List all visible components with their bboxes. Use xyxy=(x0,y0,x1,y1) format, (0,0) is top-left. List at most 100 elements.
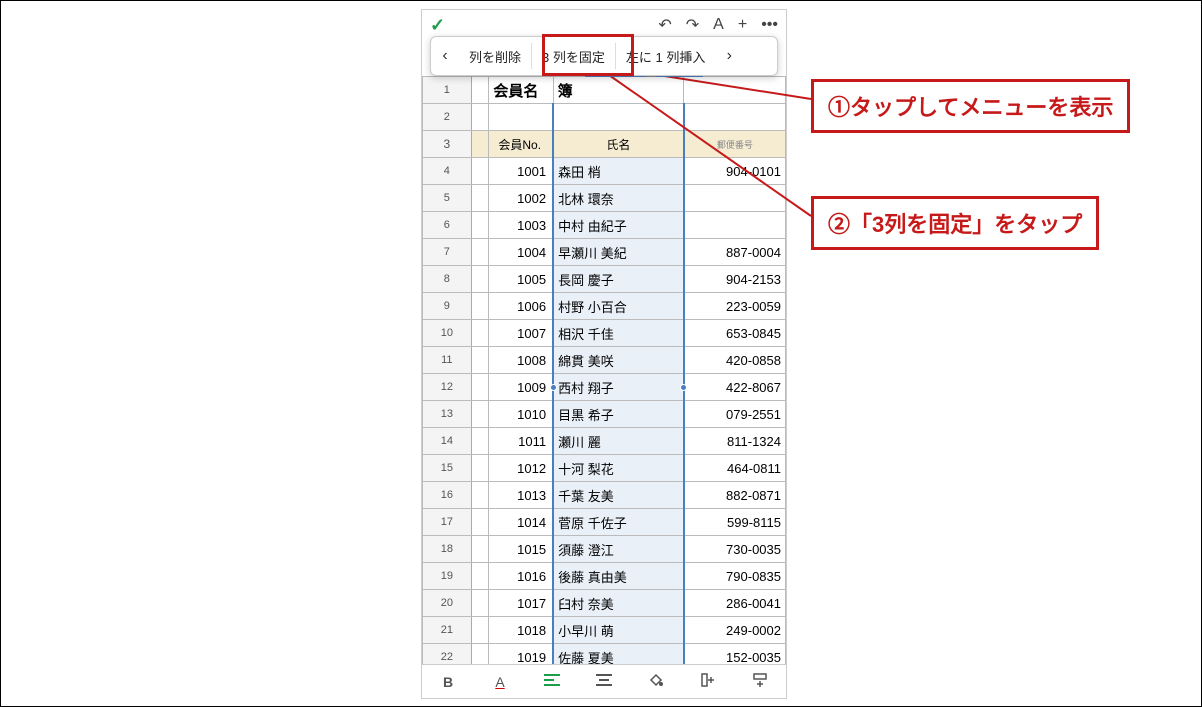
table-row[interactable]: 191016後藤 真由美790-0835 xyxy=(423,563,786,590)
cell[interactable] xyxy=(471,347,489,374)
row-number[interactable]: 15 xyxy=(423,455,472,482)
cell[interactable] xyxy=(471,509,489,536)
cell-postal[interactable]: 887-0004 xyxy=(684,239,786,266)
cell[interactable] xyxy=(684,104,786,131)
cell-postal[interactable]: 790-0835 xyxy=(684,563,786,590)
cell-postal[interactable]: 152-0035 xyxy=(684,644,786,665)
cell-member-no[interactable]: 1005 xyxy=(489,266,553,293)
row-number[interactable]: 22 xyxy=(423,644,472,665)
row-number[interactable]: 2 xyxy=(423,104,472,131)
cell-postal[interactable]: 223-0059 xyxy=(684,293,786,320)
cell-postal[interactable] xyxy=(684,212,786,239)
cell-member-no[interactable]: 1011 xyxy=(489,428,553,455)
bold-button[interactable]: B xyxy=(428,674,468,690)
menu-scroll-left[interactable]: ‹ xyxy=(431,47,459,65)
table-row[interactable]: 171014菅原 千佐子599-8115 xyxy=(423,509,786,536)
cell-postal[interactable]: 079-2551 xyxy=(684,401,786,428)
table-row[interactable]: 41001森田 梢904-0101 xyxy=(423,158,786,185)
cell-member-no[interactable]: 1015 xyxy=(489,536,553,563)
cell[interactable] xyxy=(684,77,786,104)
cell-member-no[interactable]: 1013 xyxy=(489,482,553,509)
table-row[interactable]: 5 1002北林 環奈 xyxy=(423,185,786,212)
cell-member-no[interactable]: 1009 xyxy=(489,374,553,401)
cell[interactable] xyxy=(471,77,489,104)
spreadsheet-grid[interactable]: 1 会員名 簿 2 3 会員No. 氏名 郵便番号 41001森田 梢904-0 xyxy=(422,76,786,664)
insert-row-button[interactable] xyxy=(740,672,780,691)
cell-member-no[interactable]: 1007 xyxy=(489,320,553,347)
cell-postal[interactable]: 811-1324 xyxy=(684,428,786,455)
cell-name[interactable]: 菅原 千佐子 xyxy=(553,509,684,536)
cell[interactable] xyxy=(489,104,553,131)
cell-name[interactable]: 相沢 千佳 xyxy=(553,320,684,347)
cell[interactable] xyxy=(471,212,489,239)
menu-scroll-right[interactable]: › xyxy=(715,47,743,65)
cell-name[interactable]: 十河 梨花 xyxy=(553,455,684,482)
cell-name[interactable]: 村野 小百合 xyxy=(553,293,684,320)
header-member-no[interactable]: 会員No. xyxy=(489,131,553,158)
cell[interactable] xyxy=(471,320,489,347)
cell-name[interactable]: 瀬川 麗 xyxy=(553,428,684,455)
cell-name[interactable]: 佐藤 夏美 xyxy=(553,644,684,665)
cell-postal[interactable]: 904-0101 xyxy=(684,158,786,185)
cell-postal[interactable]: 420-0858 xyxy=(684,347,786,374)
row-number[interactable]: 1 xyxy=(423,77,472,104)
cell[interactable] xyxy=(471,104,489,131)
table-row[interactable]: 11 1008綿貫 美咲420-0858 xyxy=(423,347,786,374)
table-row[interactable]: 131010目黒 希子079-2551 xyxy=(423,401,786,428)
row-number[interactable]: 19 xyxy=(423,563,472,590)
header-postal[interactable]: 郵便番号 xyxy=(684,131,786,158)
table-row[interactable]: 81005長岡 慶子904-2153 xyxy=(423,266,786,293)
cell[interactable] xyxy=(471,644,489,665)
row-number[interactable]: 8 xyxy=(423,266,472,293)
row-number[interactable]: 4 xyxy=(423,158,472,185)
cell-postal[interactable]: 422-8067 xyxy=(684,374,786,401)
row-number[interactable]: 9 xyxy=(423,293,472,320)
cell[interactable] xyxy=(471,536,489,563)
cell-name[interactable]: 北林 環奈 xyxy=(553,185,684,212)
cell-member-no[interactable]: 1012 xyxy=(489,455,553,482)
cell-name[interactable]: 小早川 萌 xyxy=(553,617,684,644)
cell-member-no[interactable]: 1006 xyxy=(489,293,553,320)
table-row[interactable]: 14 1011瀬川 麗811-1324 xyxy=(423,428,786,455)
row-number[interactable]: 14 xyxy=(423,428,472,455)
cell-name[interactable]: 綿貫 美咲 xyxy=(553,347,684,374)
cell-name[interactable]: 千葉 友美 xyxy=(553,482,684,509)
cell-postal[interactable]: 599-8115 xyxy=(684,509,786,536)
row-number[interactable]: 11 xyxy=(423,347,472,374)
header-row[interactable]: 3 会員No. 氏名 郵便番号 xyxy=(423,131,786,158)
cell-postal[interactable]: 249-0002 xyxy=(684,617,786,644)
more-icon[interactable]: ••• xyxy=(761,16,778,34)
cell[interactable] xyxy=(471,266,489,293)
cell-member-no[interactable]: 1008 xyxy=(489,347,553,374)
table-row[interactable]: 181015須藤 澄江730-0035 xyxy=(423,536,786,563)
cell-member-no[interactable]: 1003 xyxy=(489,212,553,239)
cell[interactable] xyxy=(471,617,489,644)
cell-member-no[interactable]: 1004 xyxy=(489,239,553,266)
cell[interactable] xyxy=(471,428,489,455)
row-number[interactable]: 13 xyxy=(423,401,472,428)
cell[interactable] xyxy=(471,563,489,590)
table-row[interactable]: 101007相沢 千佳653-0845 xyxy=(423,320,786,347)
row-number[interactable]: 7 xyxy=(423,239,472,266)
title-row[interactable]: 1 会員名 簿 xyxy=(423,77,786,104)
cell-member-no[interactable]: 1016 xyxy=(489,563,553,590)
cell[interactable] xyxy=(471,401,489,428)
cell-name[interactable]: 臼村 奈美 xyxy=(553,590,684,617)
cell-postal[interactable] xyxy=(684,185,786,212)
cell[interactable] xyxy=(471,455,489,482)
row-number[interactable]: 5 xyxy=(423,185,472,212)
row-number[interactable]: 16 xyxy=(423,482,472,509)
row-number[interactable]: 21 xyxy=(423,617,472,644)
row-number[interactable]: 10 xyxy=(423,320,472,347)
table-row[interactable]: 221019佐藤 夏美152-0035 xyxy=(423,644,786,665)
row-number[interactable]: 18 xyxy=(423,536,472,563)
align-left-button[interactable] xyxy=(532,673,572,690)
row-number[interactable]: 12 xyxy=(423,374,472,401)
plus-icon[interactable]: + xyxy=(738,16,747,34)
row-number[interactable]: 17 xyxy=(423,509,472,536)
undo-icon[interactable]: ↶ xyxy=(658,15,671,35)
cell-name[interactable]: 目黒 希子 xyxy=(553,401,684,428)
cell-member-no[interactable]: 1002 xyxy=(489,185,553,212)
table-row[interactable]: 71004早瀬川 美紀887-0004 xyxy=(423,239,786,266)
fill-color-button[interactable] xyxy=(636,672,676,691)
